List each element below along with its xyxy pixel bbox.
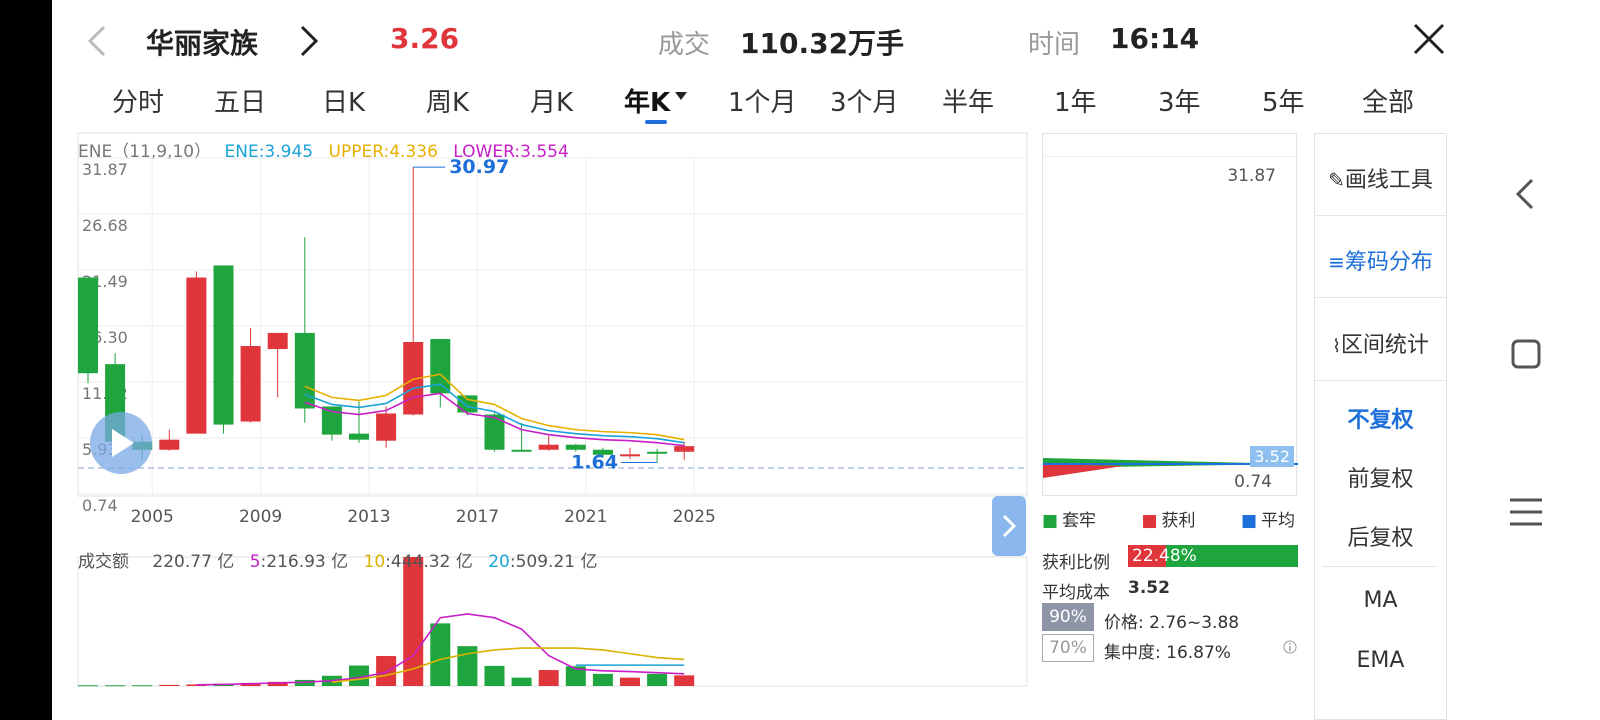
pen-icon: ✎	[1328, 168, 1345, 192]
x-tick: 2025	[673, 507, 716, 527]
candle-body	[565, 444, 586, 450]
volume-bar	[376, 656, 397, 686]
profit-ratio-value: 22.48%	[1132, 546, 1197, 566]
nav-home-icon[interactable]	[1502, 330, 1550, 378]
chip-bottom-value: 0.74	[1234, 472, 1272, 492]
chip-dist-button[interactable]: ≡筹码分布	[1314, 244, 1447, 276]
candle-body	[159, 439, 180, 450]
range-stats-button[interactable]: ⌇区间统计	[1314, 327, 1447, 359]
price-range-90: 价格: 2.76~3.88	[1104, 613, 1240, 633]
badge-70[interactable]: 70%	[1042, 634, 1094, 662]
volume-bar	[484, 665, 505, 686]
avg-cost-value: 3.52	[1128, 578, 1170, 598]
profit-ratio-bar: 22.48%	[1128, 545, 1298, 567]
close-icon[interactable]	[1412, 22, 1446, 56]
backward-adjust-option[interactable]: 后复权	[1314, 520, 1447, 552]
candle-body	[674, 446, 695, 452]
volume-legend-label: 成交额	[78, 552, 129, 572]
low-label: 1.64	[571, 451, 618, 473]
forward-adjust-option[interactable]: 前复权	[1314, 461, 1447, 493]
tab-9[interactable]: 1年	[1054, 82, 1097, 119]
chevron-right-icon	[1002, 514, 1017, 538]
concentration: 集中度: 16.87%	[1104, 643, 1231, 663]
x-tick: 2017	[456, 507, 499, 527]
candle-body	[647, 451, 668, 454]
avg-cost-label: 平均成本	[1042, 583, 1110, 603]
volume-bar	[647, 673, 668, 686]
candle-body	[186, 277, 207, 434]
high-label: 30.97	[449, 156, 509, 178]
x-tick: 2005	[131, 507, 174, 527]
volume-bar	[538, 670, 559, 686]
candle-body	[511, 449, 532, 452]
volume-bar	[105, 685, 126, 687]
candle-body	[78, 277, 98, 374]
volume-total: 220.77 亿	[152, 552, 235, 572]
tab-11[interactable]: 5年	[1262, 82, 1305, 119]
draw-tool-button[interactable]: ✎画线工具	[1314, 162, 1447, 194]
volume-bar	[511, 677, 532, 686]
legend-average: 平均	[1261, 511, 1295, 531]
volume-bar	[78, 685, 98, 687]
legend-profit: 获利	[1161, 511, 1196, 531]
x-tick: 2009	[239, 507, 282, 527]
volume-bar	[620, 677, 640, 686]
volume-bar	[592, 673, 613, 686]
ma-option[interactable]: MA	[1314, 588, 1447, 613]
price-tick: 0.74	[82, 496, 118, 515]
chip-dist-label: 筹码分布	[1344, 250, 1433, 275]
legend-trapped: 套牢	[1062, 511, 1097, 531]
ma10-key: 10	[363, 552, 386, 572]
chip-distribution-panel[interactable]: 31.87 3.52 0.74	[1042, 133, 1298, 496]
bars-icon: ≡	[1328, 250, 1345, 274]
nav-menu-icon[interactable]	[1502, 488, 1550, 536]
tab-12[interactable]: 全部	[1362, 82, 1414, 119]
info-icon[interactable]	[1283, 640, 1297, 654]
kline-chart[interactable]: 31.8726.6821.4916.3011.125.930.742005200…	[52, 0, 1052, 720]
volume-bar	[159, 684, 180, 686]
volume-legend: 成交额 220.77 亿 5:216.93 亿 10:444.32 亿 20:5…	[78, 547, 598, 572]
range-stats-label: 区间统计	[1340, 333, 1429, 358]
chip-legend: ■ 套牢 ■ 获利 ■ 平均	[1042, 511, 1295, 531]
ma10-value: :444.32 亿	[385, 552, 473, 572]
candle-body	[620, 454, 640, 457]
ema-option[interactable]: EMA	[1314, 648, 1447, 673]
volume-bar	[674, 675, 695, 686]
price-tick: 31.87	[82, 160, 128, 179]
volume-bar	[132, 685, 153, 687]
app-screen: 华丽家族 3.26 成交 110.32万手 时间 16:14 分时 五日 日K 周K 月…	[52, 0, 1600, 720]
candle-body	[240, 346, 261, 422]
no-adjust-option[interactable]: 不复权	[1314, 402, 1447, 434]
ma5-key: 5	[249, 552, 261, 572]
candle-body	[213, 265, 234, 425]
x-tick: 2021	[564, 507, 607, 527]
range-icon: ⌇	[1332, 336, 1341, 357]
time-value: 16:14	[1110, 22, 1200, 55]
play-button[interactable]	[90, 412, 152, 474]
badge-90[interactable]: 90%	[1042, 603, 1094, 631]
draw-tool-label: 画线工具	[1344, 168, 1433, 193]
expand-panel-button[interactable]	[992, 496, 1026, 556]
ma20-value: :509.21 亿	[509, 552, 598, 572]
ma20-key: 20	[488, 552, 510, 572]
chip-top-value: 31.87	[1227, 166, 1276, 186]
candle-body	[349, 433, 369, 440]
ma5-value: :216.93 亿	[260, 552, 349, 572]
candle-body	[457, 395, 478, 413]
candle-body	[538, 444, 559, 450]
chip-current-value: 3.52	[1250, 446, 1294, 467]
candle-body	[267, 332, 288, 350]
play-icon	[112, 429, 134, 457]
price-tick: 26.68	[82, 216, 128, 235]
volume-panel-frame	[77, 556, 1028, 687]
nav-back-icon[interactable]	[1502, 170, 1550, 218]
volume-bar	[430, 623, 451, 686]
profit-ratio-label: 获利比例	[1042, 553, 1110, 573]
tab-10[interactable]: 3年	[1158, 82, 1201, 119]
candle-body	[376, 413, 397, 441]
x-tick: 2013	[347, 507, 390, 527]
